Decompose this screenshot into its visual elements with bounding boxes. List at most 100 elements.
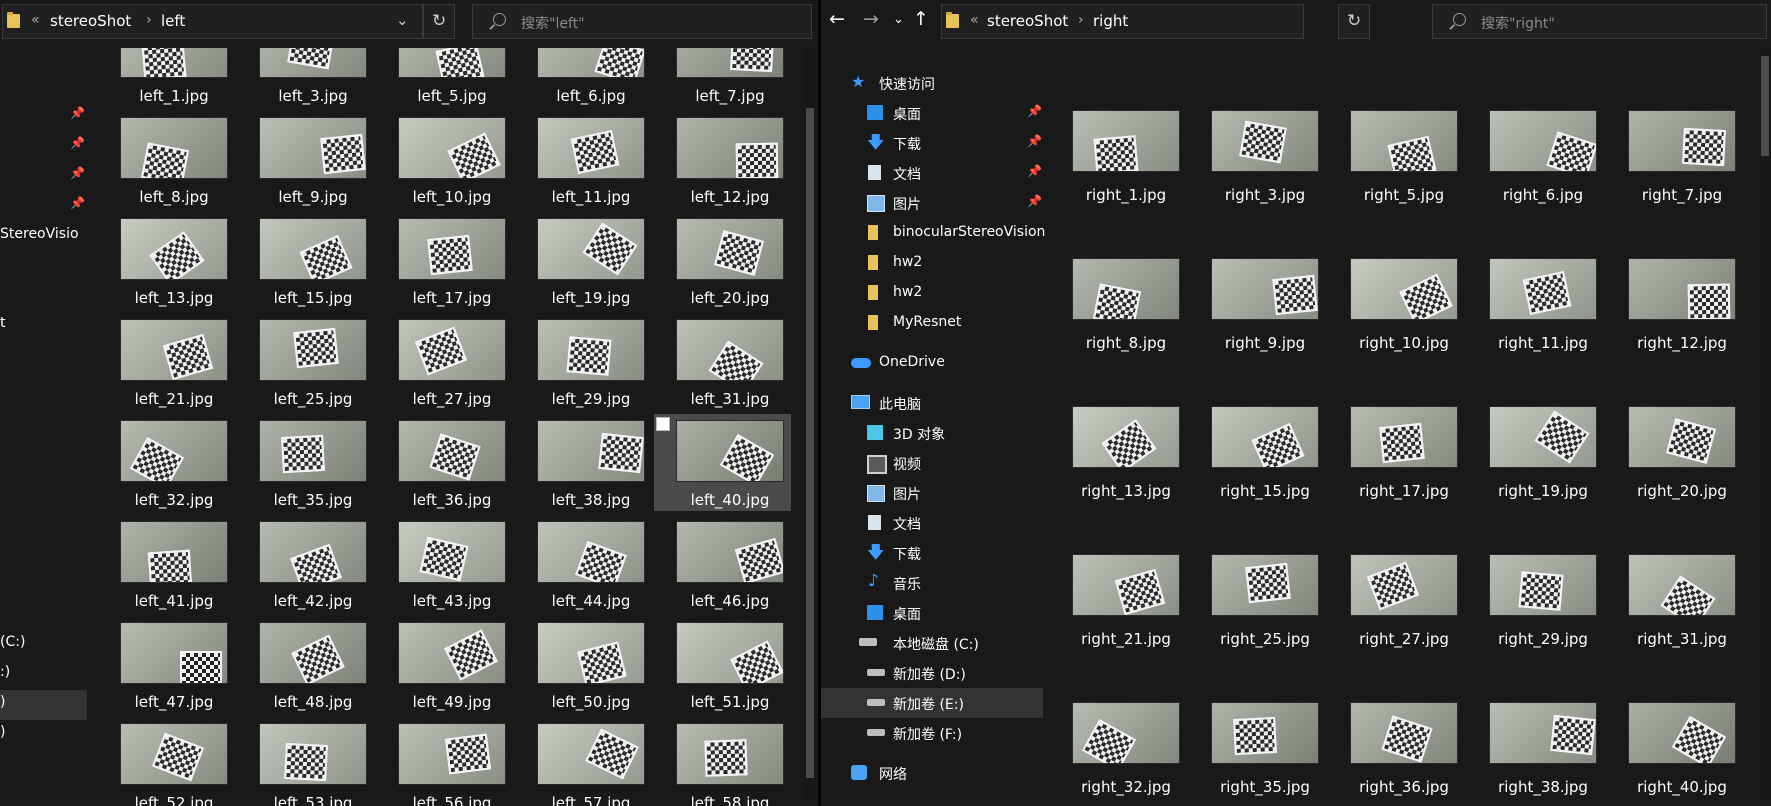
nav-onedrive[interactable]: OneDrive <box>821 348 1043 378</box>
right-search-box[interactable]: 搜索"right" <box>1432 4 1767 39</box>
file-item[interactable]: right_5.jpg <box>1328 104 1465 248</box>
left-search-box[interactable]: 搜索"left" <box>472 4 812 39</box>
nav-item-downloads[interactable]: 🡇 下载 📌 <box>821 128 1043 158</box>
file-item[interactable]: left_8.jpg <box>98 111 235 208</box>
file-item[interactable]: left_48.jpg <box>237 616 374 713</box>
nav-item-drive-e[interactable]: 新加卷 (E:) <box>821 688 1043 718</box>
refresh-button[interactable]: ↻ <box>1338 4 1370 39</box>
nav-item-documents[interactable]: 文档 📌 <box>821 158 1043 188</box>
file-item[interactable]: left_27.jpg <box>376 313 513 410</box>
file-item[interactable]: left_47.jpg <box>98 616 235 713</box>
file-item[interactable]: right_17.jpg <box>1328 400 1465 544</box>
right-scrollbar[interactable] <box>1760 48 1770 800</box>
file-item[interactable]: left_46.jpg <box>654 515 791 612</box>
nav-item-drive-c[interactable]: (C:) <box>0 634 25 650</box>
file-item[interactable]: left_41.jpg <box>98 515 235 612</box>
file-item[interactable]: left_7.jpg <box>654 48 791 107</box>
file-item[interactable]: right_27.jpg <box>1328 548 1465 692</box>
checkbox-icon[interactable] <box>656 417 670 431</box>
file-item[interactable]: left_1.jpg <box>98 48 235 107</box>
nav-item-drive-f[interactable]: 新加卷 (F:) <box>821 718 1043 748</box>
nav-item-desktop[interactable]: 桌面 📌 <box>821 98 1043 128</box>
nav-item-hw2[interactable]: hw2 <box>821 278 1043 308</box>
file-item[interactable]: right_29.jpg <box>1467 548 1604 692</box>
file-item[interactable]: right_9.jpg <box>1189 252 1326 396</box>
file-item[interactable]: left_20.jpg <box>654 212 791 309</box>
file-item[interactable]: left_52.jpg <box>98 717 235 806</box>
up-icon[interactable]: ↑ <box>913 8 929 30</box>
file-item[interactable]: left_12.jpg <box>654 111 791 208</box>
right-scrollbar-thumb[interactable] <box>1761 56 1769 156</box>
file-item[interactable]: right_3.jpg <box>1189 104 1326 248</box>
nav-item-downloads-pc[interactable]: 🡇 下载 <box>821 538 1043 568</box>
nav-item-drive-e-selected[interactable]: ) <box>0 690 87 720</box>
file-item[interactable]: right_7.jpg <box>1606 104 1743 248</box>
nav-item-videos[interactable]: 视频 <box>821 448 1043 478</box>
left-scrollbar-thumb[interactable] <box>806 108 814 778</box>
nav-this-pc[interactable]: 此电脑 <box>821 388 1043 418</box>
file-item[interactable]: left_9.jpg <box>237 111 374 208</box>
file-item[interactable]: right_19.jpg <box>1467 400 1604 544</box>
file-item[interactable]: right_36.jpg <box>1328 696 1465 806</box>
nav-quick-access[interactable]: ★ 快速访问 <box>821 68 1043 98</box>
file-item[interactable]: right_10.jpg <box>1328 252 1465 396</box>
file-item[interactable]: right_38.jpg <box>1467 696 1604 806</box>
file-item[interactable]: right_13.jpg <box>1050 400 1187 544</box>
nav-item-hw2[interactable]: hw2 <box>821 248 1043 278</box>
breadcrumb-left[interactable]: left <box>161 12 185 30</box>
file-item[interactable]: left_53.jpg <box>237 717 374 806</box>
file-item[interactable]: right_11.jpg <box>1467 252 1604 396</box>
file-item[interactable]: left_32.jpg <box>98 414 235 511</box>
file-item[interactable]: left_5.jpg <box>376 48 513 107</box>
file-item[interactable]: right_35.jpg <box>1189 696 1326 806</box>
chevron-down-icon[interactable]: ⌄ <box>396 11 409 29</box>
file-item[interactable]: left_57.jpg <box>515 717 652 806</box>
file-item[interactable]: left_11.jpg <box>515 111 652 208</box>
nav-item-documents-pc[interactable]: 文档 <box>821 508 1043 538</box>
file-item[interactable]: left_19.jpg <box>515 212 652 309</box>
file-item[interactable]: left_40.jpg <box>654 414 791 511</box>
nav-item-stereovision[interactable]: StereoVisio <box>0 226 79 242</box>
nav-item-drive-d[interactable]: :) <box>0 664 10 680</box>
left-address-bar[interactable]: « stereoShot › left ⌄ <box>2 4 423 39</box>
file-item[interactable]: left_10.jpg <box>376 111 513 208</box>
nav-item-drive-c[interactable]: 本地磁盘 (C:) <box>821 628 1043 658</box>
file-item[interactable]: right_40.jpg <box>1606 696 1743 806</box>
file-item[interactable]: left_38.jpg <box>515 414 652 511</box>
nav-item-myresnet[interactable]: MyResnet <box>821 308 1043 338</box>
file-item[interactable]: left_6.jpg <box>515 48 652 107</box>
file-item[interactable]: right_8.jpg <box>1050 252 1187 396</box>
forward-icon[interactable]: → <box>863 8 879 30</box>
nav-item-pictures-pc[interactable]: 图片 <box>821 478 1043 508</box>
file-item[interactable]: left_15.jpg <box>237 212 374 309</box>
file-item[interactable]: right_12.jpg <box>1606 252 1743 396</box>
file-item[interactable]: right_6.jpg <box>1467 104 1604 248</box>
breadcrumb-stereoshot[interactable]: stereoShot <box>987 12 1068 30</box>
file-item[interactable]: left_35.jpg <box>237 414 374 511</box>
file-item[interactable]: left_25.jpg <box>237 313 374 410</box>
nav-item-desktop-pc[interactable]: 桌面 <box>821 598 1043 628</box>
nav-item-drive-f[interactable]: ) <box>0 724 5 740</box>
file-item[interactable]: left_51.jpg <box>654 616 791 713</box>
file-item[interactable]: left_31.jpg <box>654 313 791 410</box>
nav-item-binocular[interactable]: binocularStereoVision <box>821 218 1045 248</box>
chevron-overflow-icon[interactable]: « <box>970 12 979 28</box>
file-item[interactable]: right_15.jpg <box>1189 400 1326 544</box>
file-item[interactable]: left_21.jpg <box>98 313 235 410</box>
file-item[interactable]: right_31.jpg <box>1606 548 1743 692</box>
file-item[interactable]: right_1.jpg <box>1050 104 1187 248</box>
file-item[interactable]: left_56.jpg <box>376 717 513 806</box>
file-item[interactable]: left_17.jpg <box>376 212 513 309</box>
nav-item-partial[interactable]: t <box>0 315 6 331</box>
back-icon[interactable]: ← <box>829 8 845 30</box>
file-item[interactable]: left_42.jpg <box>237 515 374 612</box>
file-item[interactable]: left_50.jpg <box>515 616 652 713</box>
file-item[interactable]: left_49.jpg <box>376 616 513 713</box>
left-scrollbar[interactable] <box>805 48 815 800</box>
recent-chevron-icon[interactable]: ⌄ <box>893 12 904 27</box>
file-item[interactable]: right_21.jpg <box>1050 548 1187 692</box>
file-item[interactable]: right_25.jpg <box>1189 548 1326 692</box>
breadcrumb-right[interactable]: right <box>1093 12 1128 30</box>
file-item[interactable]: left_3.jpg <box>237 48 374 107</box>
file-item[interactable]: left_29.jpg <box>515 313 652 410</box>
